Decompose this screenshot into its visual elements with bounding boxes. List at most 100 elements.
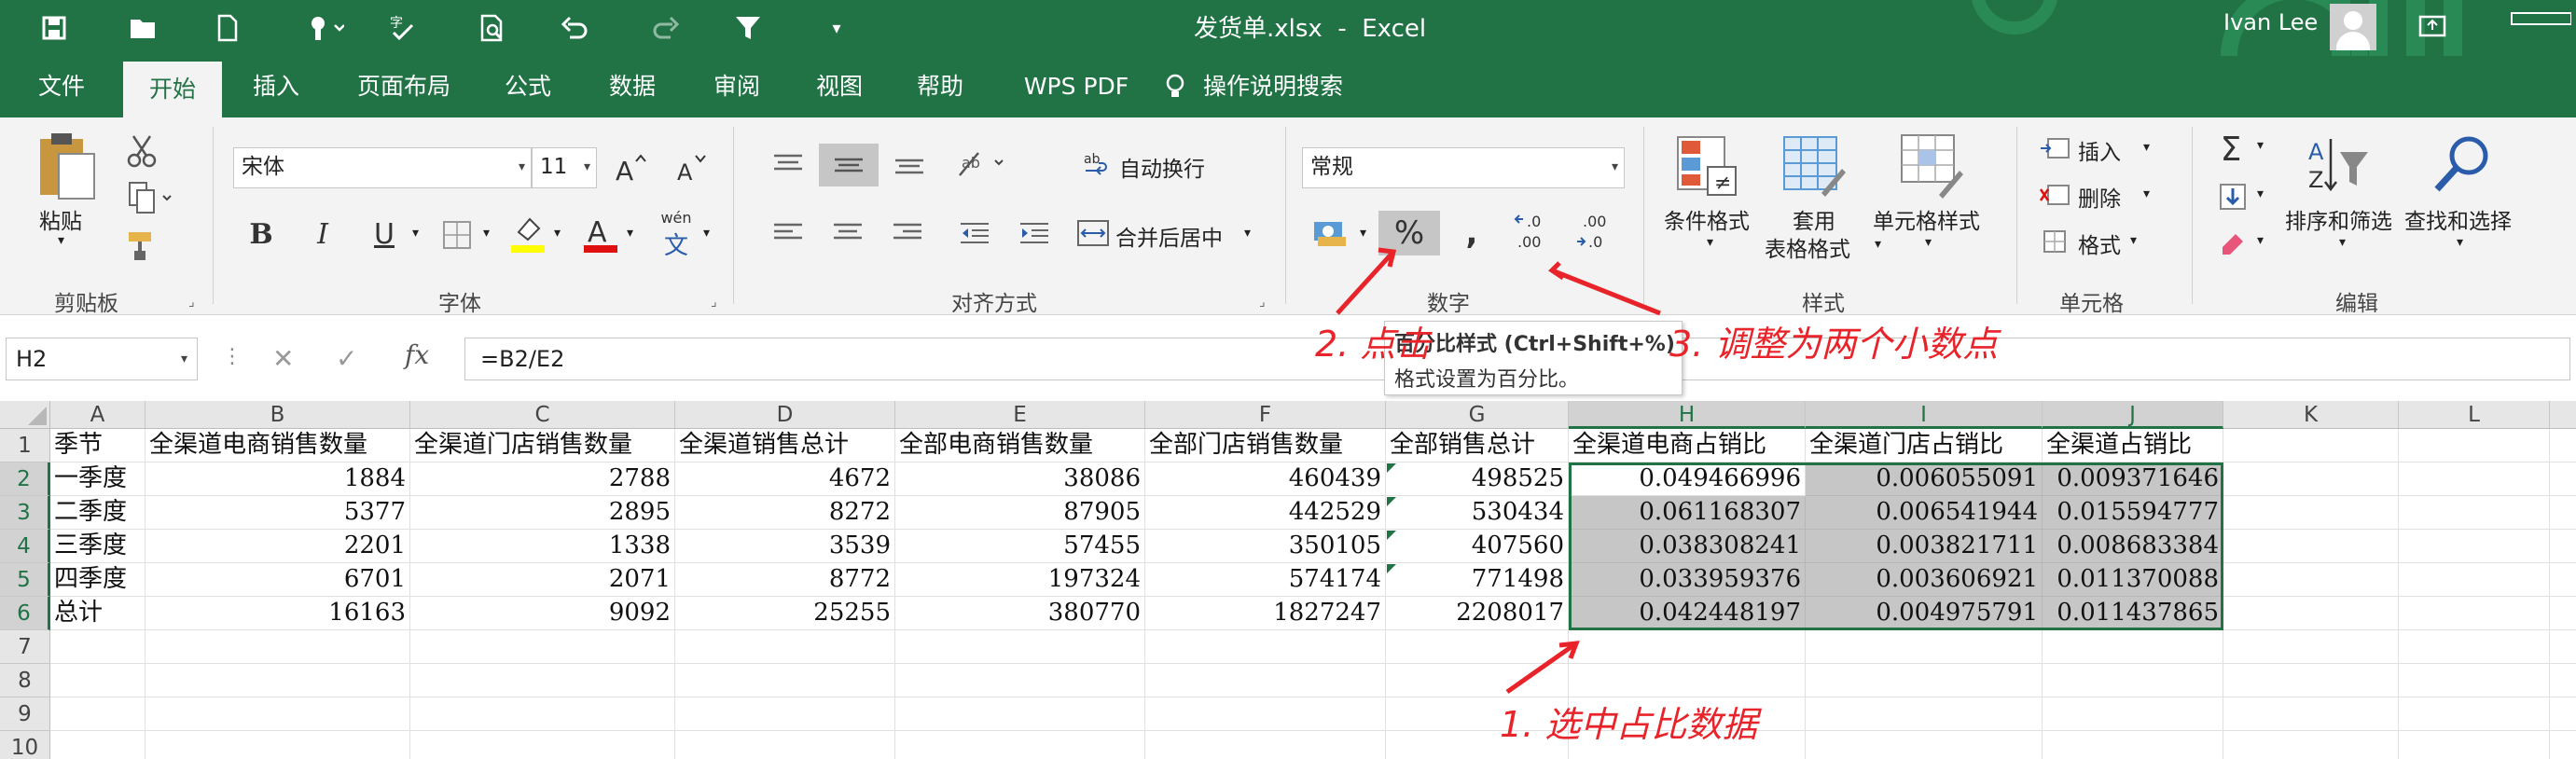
tab-view[interactable]: 视图 [800,56,879,117]
decrease-indent-icon[interactable] [953,214,996,252]
format-as-table-label-1[interactable]: 套用 [1793,203,1835,235]
cell-k2[interactable] [2223,462,2399,496]
accounting-dropdown-icon[interactable]: ▾ [1360,226,1366,241]
insert-cells-icon[interactable] [2037,132,2072,164]
align-top-icon[interactable] [767,145,810,183]
font-name-select[interactable]: 宋体 ▾ [233,147,532,188]
cell-c9[interactable] [410,697,675,731]
fill-icon[interactable] [2214,177,2251,216]
cell-m5[interactable] [2550,563,2576,597]
cell-f6[interactable]: 1827247 [1145,597,1386,630]
phonetic-icon[interactable]: wén 文 [653,209,699,260]
row-header-8[interactable]: 8 [0,664,50,697]
cell-d4[interactable]: 3539 [675,530,895,563]
minimize-icon[interactable] [2501,0,2576,41]
cell-j9[interactable] [2043,697,2223,731]
cell-k5[interactable] [2223,563,2399,597]
cell-l2[interactable] [2399,462,2550,496]
delete-cells-label[interactable]: 删除 [2078,181,2121,213]
insert-cells-dropdown-icon[interactable]: ▾ [2143,140,2150,155]
align-left-icon[interactable] [767,214,810,252]
cell-h8[interactable] [1569,664,1806,697]
new-icon[interactable] [209,7,246,48]
insert-function-icon[interactable]: fx [405,339,429,370]
cell-j7[interactable] [2043,630,2223,664]
tab-wps-pdf[interactable]: WPS PDF [1011,56,1142,117]
phonetic-dropdown-icon[interactable]: ▾ [703,226,710,241]
fill-color-dropdown-icon[interactable]: ▾ [554,226,561,241]
column-header-g[interactable]: G [1386,401,1569,429]
clipboard-launcher-icon[interactable]: ⌟ [188,295,195,310]
cell-c2[interactable]: 2788 [410,462,675,496]
cell-f3[interactable]: 442529 [1145,496,1386,530]
delete-cells-dropdown-icon[interactable]: ▾ [2143,186,2150,201]
delete-cells-icon[interactable] [2037,179,2072,211]
row-header-10[interactable]: 10 [0,731,50,759]
cell-a1[interactable]: 季节 [50,429,145,462]
increase-decimal-icon[interactable]: .0.00 [1507,209,1559,257]
column-header-c[interactable]: C [410,401,675,429]
cell-l9[interactable] [2399,697,2550,731]
error-indicator-icon[interactable] [1387,463,1396,473]
percent-style-button[interactable]: % [1378,211,1440,255]
cell-k1[interactable] [2223,429,2399,462]
row-header-9[interactable]: 9 [0,697,50,731]
conditional-format-dropdown-icon[interactable]: ▾ [1707,235,1713,250]
insert-cells-label[interactable]: 插入 [2078,134,2121,166]
cell-l5[interactable] [2399,563,2550,597]
cell-f7[interactable] [1145,630,1386,664]
sort-filter-icon[interactable]: AZ [2304,131,2371,201]
tab-home[interactable]: 开始 [123,62,222,117]
comma-style-button[interactable]: , [1451,211,1492,255]
select-all-corner[interactable] [0,401,50,429]
cell-m10[interactable] [2550,731,2576,759]
undo-icon[interactable] [556,7,593,48]
cell-j10[interactable] [2043,731,2223,759]
cancel-icon[interactable]: ✕ [272,343,294,374]
format-cells-dropdown-icon[interactable]: ▾ [2130,233,2137,248]
row-header-2[interactable]: 2 [0,462,50,496]
font-size-select[interactable]: 11 ▾ [532,147,597,188]
paste-icon[interactable] [34,129,101,203]
cell-e3[interactable]: 87905 [895,496,1145,530]
cell-f9[interactable] [1145,697,1386,731]
cell-d5[interactable]: 8772 [675,563,895,597]
column-header-e[interactable]: E [895,401,1145,429]
customize-icon[interactable]: ▾ [823,7,851,48]
find-select-label[interactable]: 查找和选择 [2404,203,2512,235]
enter-icon[interactable]: ✓ [336,343,357,374]
cell-i10[interactable] [1806,731,2043,759]
accounting-format-icon[interactable] [1309,213,1356,254]
cell-m2[interactable] [2550,462,2576,496]
clear-icon[interactable] [2214,224,2251,261]
cell-e6[interactable]: 380770 [895,597,1145,630]
cell-b3[interactable]: 5377 [145,496,410,530]
cell-styles-label[interactable]: 单元格样式 [1873,203,1980,235]
row-header-7[interactable]: 7 [0,630,50,664]
cell-d10[interactable] [675,731,895,759]
open-icon[interactable] [123,7,164,48]
cell-k3[interactable] [2223,496,2399,530]
cell-styles-icon[interactable] [1895,127,1966,201]
cell-l10[interactable] [2399,731,2550,759]
autosum-icon[interactable]: Σ [2212,129,2250,170]
decrease-font-icon[interactable]: A [670,149,711,186]
bold-icon[interactable]: B [242,211,280,257]
cell-d3[interactable]: 8272 [675,496,895,530]
tab-insert[interactable]: 插入 [235,56,317,117]
italic-icon[interactable]: I [304,211,341,257]
column-header-k[interactable]: K [2223,401,2399,429]
name-box[interactable]: H2 ▾ [6,338,198,380]
clear-dropdown-icon[interactable]: ▾ [2257,233,2264,248]
cell-c3[interactable]: 2895 [410,496,675,530]
wrap-text-label[interactable]: 自动换行 [1119,151,1205,183]
cell-l3[interactable] [2399,496,2550,530]
font-color-dropdown-icon[interactable]: ▾ [627,226,633,241]
merge-center-label[interactable]: 合并后居中 [1115,220,1223,252]
row-header-1[interactable]: 1 [0,429,50,462]
cell-l6[interactable] [2399,597,2550,630]
cell-e9[interactable] [895,697,1145,731]
cell-e7[interactable] [895,630,1145,664]
ribbon-display-icon[interactable] [2412,6,2453,47]
cell-d2[interactable]: 4672 [675,462,895,496]
